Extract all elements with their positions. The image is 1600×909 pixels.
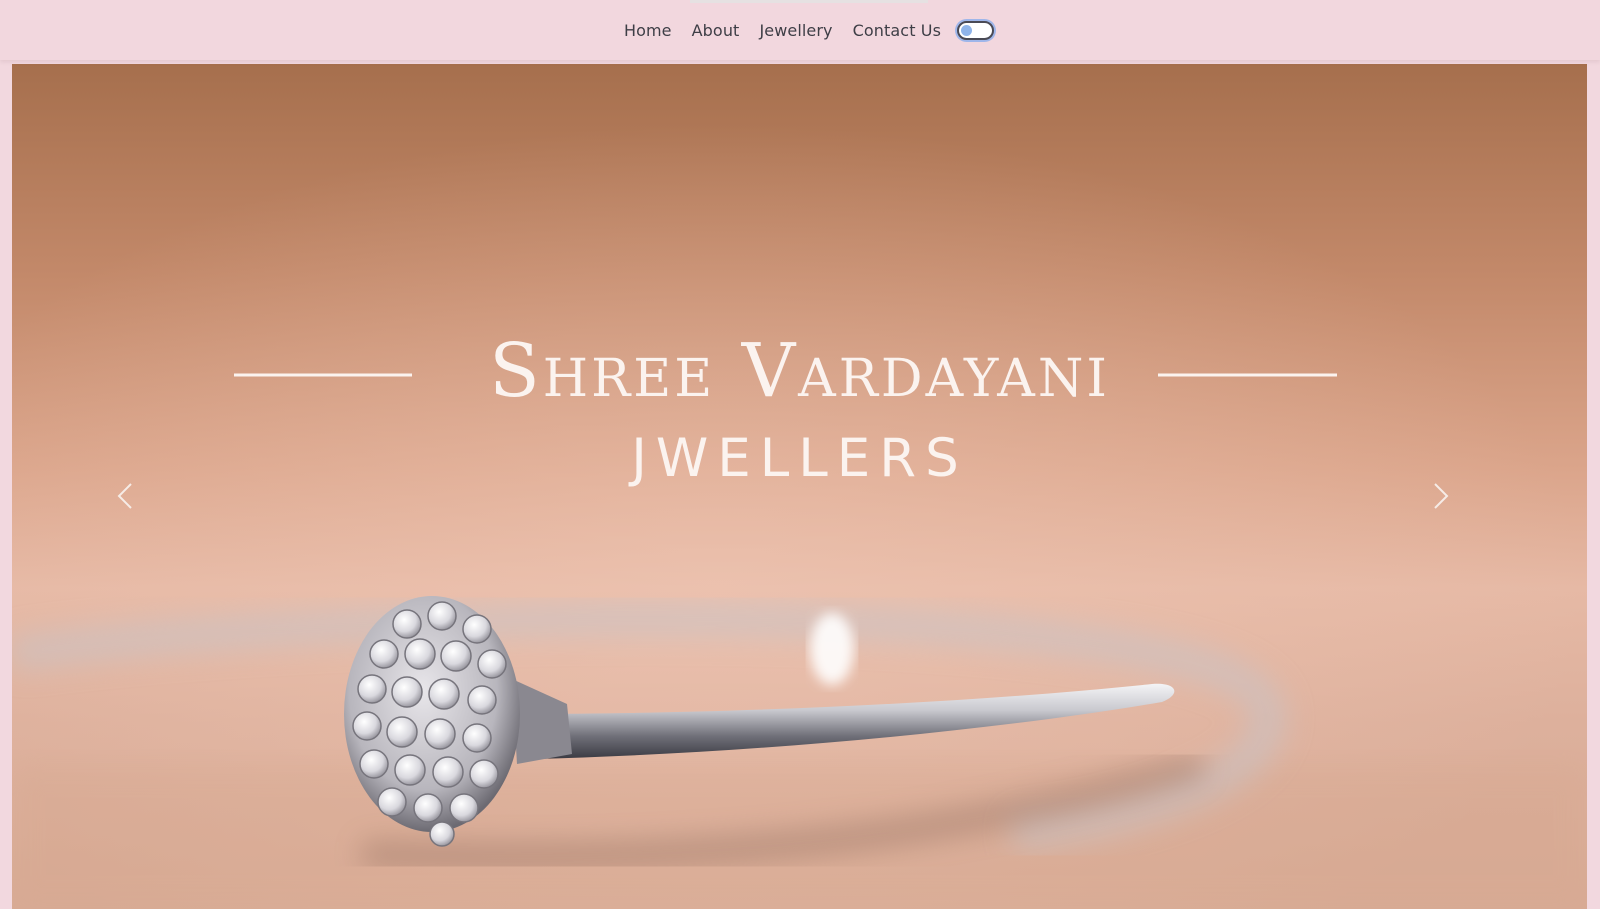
chevron-left-icon: [117, 483, 132, 509]
nav-link-home[interactable]: Home: [624, 21, 672, 40]
nav-links: Home About Jewellery Contact Us: [0, 0, 1600, 60]
bangle-highlight: [810, 613, 854, 685]
nav-link-jewellery[interactable]: Jewellery: [759, 21, 832, 40]
hero-title: Shree Vardayani: [489, 328, 1110, 414]
navbar: Home About Jewellery Contact Us: [0, 0, 1600, 60]
nav-link-about[interactable]: About: [692, 21, 740, 40]
hero-carousel: Shree Vardayani JWELLERS: [12, 64, 1587, 909]
theme-toggle-switch[interactable]: [957, 20, 995, 40]
hero-subtitle: JWELLERS: [631, 428, 968, 489]
chevron-right-icon: [1434, 483, 1449, 509]
carousel-next-button[interactable]: [1419, 476, 1459, 516]
carousel-prev-button[interactable]: [107, 476, 147, 516]
nav-link-contact[interactable]: Contact Us: [853, 21, 941, 40]
toggle-knob: [961, 24, 973, 36]
